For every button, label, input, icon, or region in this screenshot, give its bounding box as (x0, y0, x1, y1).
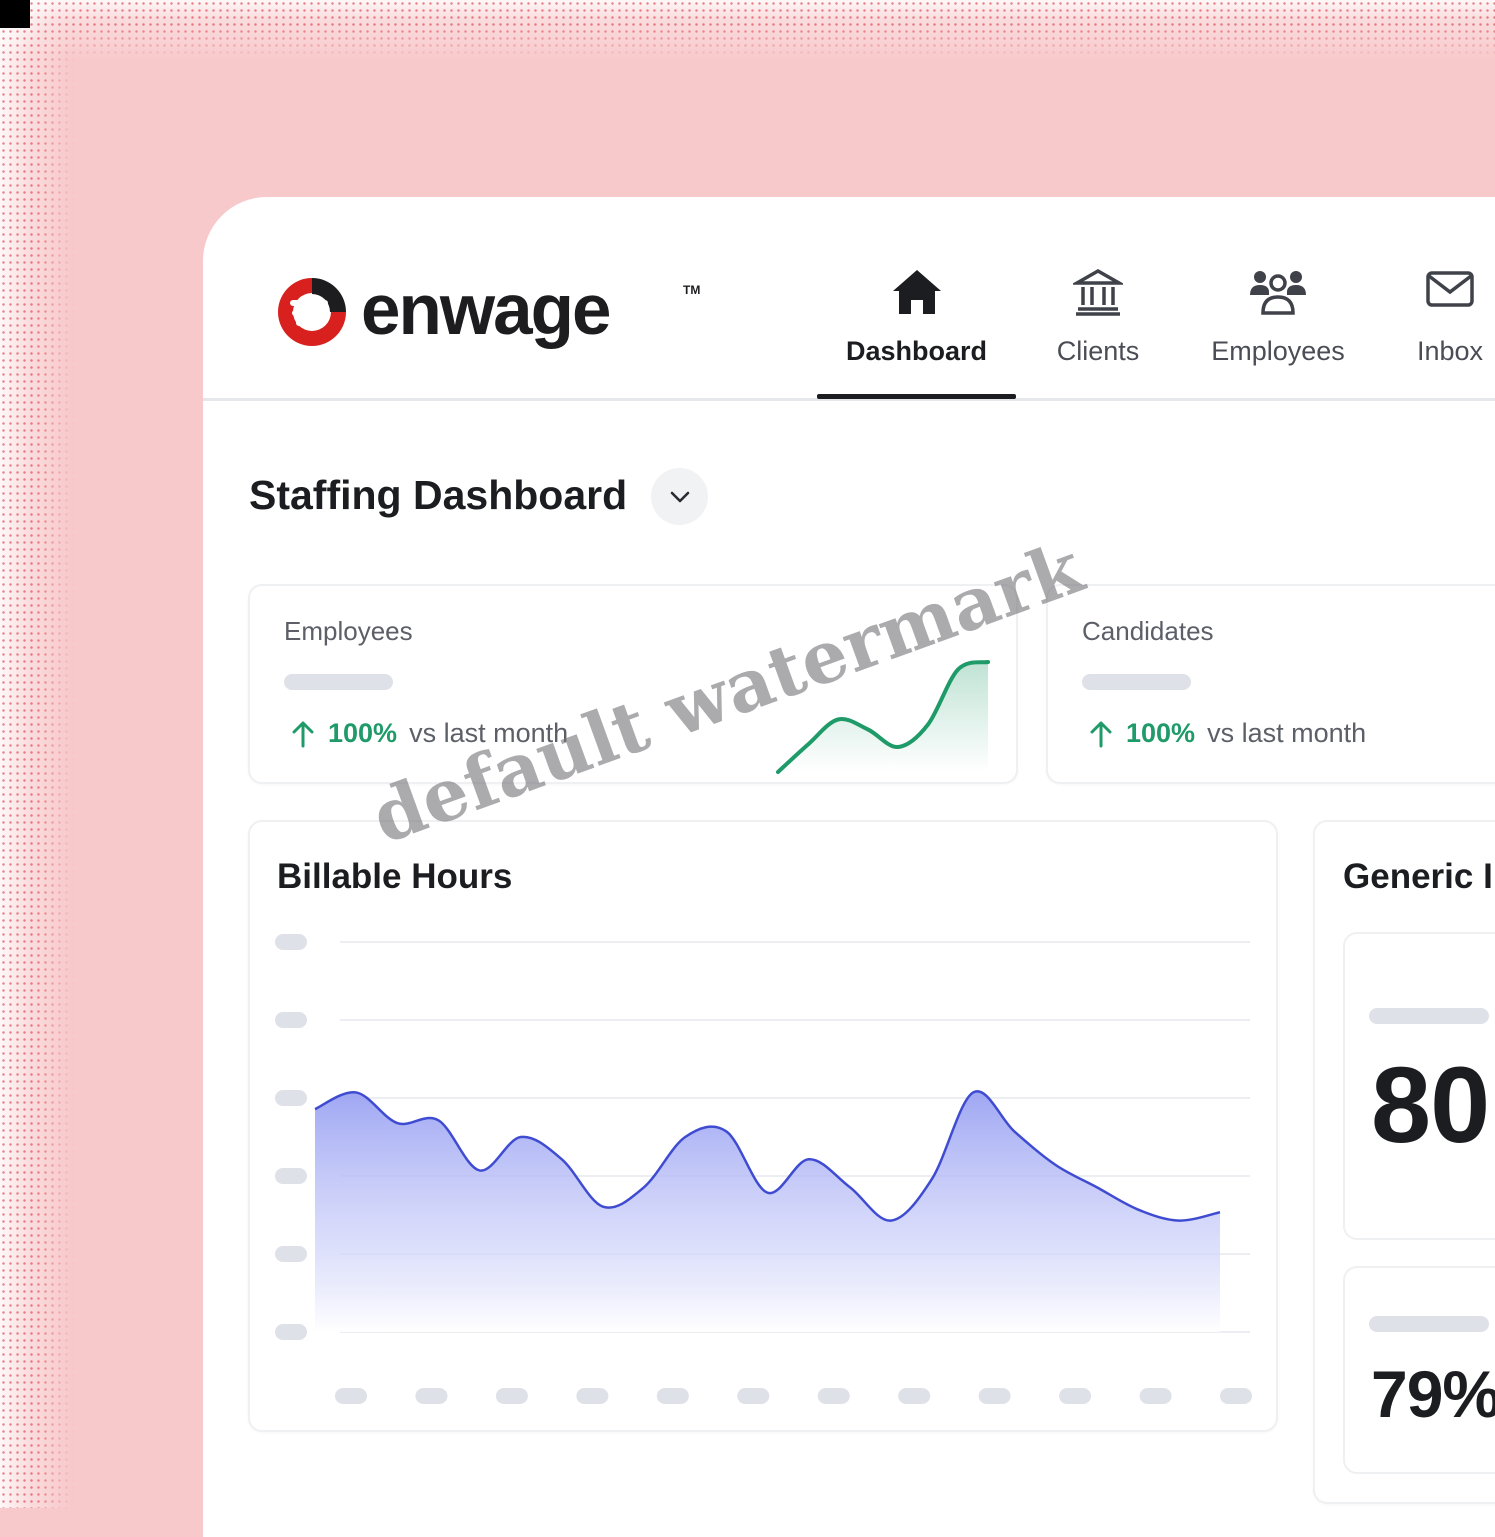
trend-context: vs last month (1207, 718, 1367, 748)
metric-value-secondary: 79% (1371, 1357, 1495, 1431)
trademark-symbol: TM (683, 283, 701, 297)
y-tick-placeholder (275, 934, 307, 950)
active-tab-indicator (817, 394, 1016, 399)
corner-artifact (0, 0, 30, 28)
metric-value-primary: 80 (1371, 1044, 1490, 1165)
x-tick-placeholder (656, 1388, 689, 1404)
x-tick-placeholder (978, 1388, 1011, 1404)
generic-metrics-card: Generic I 80 79% (1313, 820, 1495, 1504)
x-tick-placeholder (576, 1388, 609, 1404)
dashboard-switcher-button[interactable] (651, 468, 708, 525)
nav-item-clients[interactable]: Clients (1033, 267, 1163, 398)
y-tick-placeholder (275, 1246, 307, 1262)
x-tick-placeholder (415, 1388, 448, 1404)
x-tick-placeholder (335, 1388, 367, 1404)
stat-label-employees: Employees (284, 616, 413, 646)
trend-context: vs last month (409, 718, 569, 748)
employees-sparkline (776, 660, 990, 774)
trend-percent: 100% (1126, 718, 1196, 748)
side-card-title: Generic I (1343, 857, 1493, 896)
nav-item-inbox[interactable]: Inbox (1398, 267, 1495, 398)
x-tick-placeholder (817, 1388, 850, 1404)
stat-label-candidates: Candidates (1082, 616, 1214, 646)
metric-label-placeholder (1369, 1008, 1489, 1024)
x-tick-placeholder (1059, 1388, 1092, 1404)
enwage-logo-mark-icon (278, 278, 346, 346)
x-tick-placeholder (1139, 1388, 1172, 1404)
billable-hours-chart (275, 934, 1252, 1404)
x-tick-placeholder (737, 1388, 770, 1404)
billable-hours-card: Billable Hours (248, 820, 1278, 1432)
arrow-up-icon (292, 721, 314, 747)
mail-icon (1398, 267, 1495, 323)
billable-hours-area (315, 1091, 1220, 1332)
top-navigation-bar: enwage TM Dashboard Clients Employees In… (203, 197, 1495, 401)
app-window: enwage TM Dashboard Clients Employees In… (203, 197, 1495, 1537)
nav-item-employees[interactable]: Employees (1198, 267, 1358, 398)
arrow-up-icon (1090, 721, 1112, 747)
y-tick-placeholder (275, 1090, 307, 1106)
nav-label-dashboard: Dashboard (845, 336, 988, 366)
y-tick-placeholder (275, 1168, 307, 1184)
brand-name: enwage (361, 271, 611, 350)
x-tick-placeholder (495, 1388, 528, 1404)
y-tick-placeholder (275, 1324, 307, 1340)
nav-label-clients: Clients (1056, 336, 1140, 366)
enwage-logo[interactable]: enwage TM (273, 271, 713, 351)
employees-stat-card[interactable]: Employees 100% vs last month (248, 584, 1018, 784)
metric-label-placeholder (1369, 1316, 1489, 1332)
x-tick-placeholder (1220, 1388, 1252, 1404)
metric-box-secondary: 79% (1343, 1266, 1495, 1474)
trend-indicator: 100% vs last month (290, 718, 568, 749)
x-tick-placeholder (898, 1388, 931, 1404)
nav-item-dashboard[interactable]: Dashboard (817, 267, 1016, 398)
trend-indicator: 100% vs last month (1088, 718, 1366, 749)
bank-icon (1033, 267, 1163, 323)
nav-label-employees: Employees (1211, 336, 1345, 366)
candidates-stat-card[interactable]: Candidates 100% vs last month (1046, 584, 1495, 784)
people-icon (1198, 267, 1358, 323)
value-placeholder (1082, 674, 1191, 690)
sparkline-area (778, 662, 988, 772)
page-title: Staffing Dashboard (249, 472, 628, 518)
chevron-down-icon (670, 491, 689, 502)
nav-label-inbox: Inbox (1416, 336, 1484, 366)
metric-box-primary: 80 (1343, 932, 1495, 1240)
value-placeholder (284, 674, 393, 690)
trend-percent: 100% (328, 718, 398, 748)
y-tick-placeholder (275, 1012, 307, 1028)
home-icon (817, 267, 1016, 323)
